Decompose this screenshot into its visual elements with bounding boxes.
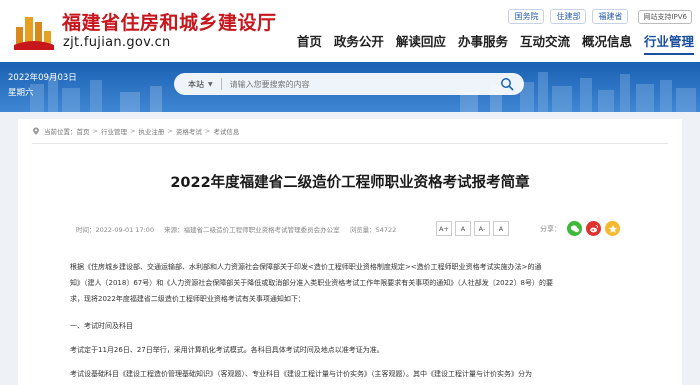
building-logo-icon[interactable] <box>12 9 56 53</box>
font-increase-button[interactable]: A+ <box>436 221 452 236</box>
article-meta: 时间：2022-09-01 17:00 来源：福建省二级造价工程师职业资格考试管… <box>76 224 396 234</box>
breadcrumb-separator: > <box>129 127 136 135</box>
article-paragraph: 知》（建人〔2018〕67号）和《人力资源社会保障部关于降低或取消部分准入类职业… <box>70 279 553 287</box>
top-links: 国务院 住建部 福建省 网站支持IPV6 <box>508 9 692 24</box>
current-weekday: 星期六 <box>8 88 34 98</box>
breadcrumb-industry[interactable]: 行业管理 <box>101 126 127 136</box>
caret-down-icon[interactable]: ▼ <box>208 81 213 88</box>
location-pin-icon <box>33 127 39 135</box>
ipv6-badge: 网站支持IPV6 <box>638 9 692 24</box>
nav-overview[interactable]: 概况信息 <box>582 31 632 55</box>
search-box: 本站 ▼ <box>174 73 524 95</box>
search-divider <box>220 78 222 90</box>
site-header: 福建省住房和城乡建设厅 zjt.fujian.gov.cn 国务院 住建部 福建… <box>0 0 700 62</box>
breadcrumb-separator: > <box>92 127 98 135</box>
main-nav: 首页 政务公开 解读回应 办事服务 互动交流 概况信息 行业管理 <box>297 31 694 55</box>
nav-interaction[interactable]: 互动交流 <box>520 31 570 55</box>
nav-gov-affairs[interactable]: 政务公开 <box>334 31 384 55</box>
site-title[interactable]: 福建省住房和城乡建设厅 <box>62 8 277 35</box>
breadcrumb-exam-info[interactable]: 考试信息 <box>213 126 239 136</box>
font-decrease-button[interactable]: A- <box>474 221 490 236</box>
section-heading: 一、考试时间及科目 <box>70 322 133 330</box>
share-label: 分享： <box>540 224 561 233</box>
article-paragraph: 求，现将2022年度福建省二级造价工程师职业资格考试有关事项通知如下： <box>70 295 305 303</box>
breadcrumb-home[interactable]: 首页 <box>77 126 90 136</box>
top-link-fujian[interactable]: 福建省 <box>592 9 629 24</box>
nav-industry-management[interactable]: 行业管理 <box>643 31 694 55</box>
article-source: 来源：福建省二级造价工程师职业资格考试管理委员会办公室 <box>164 226 340 234</box>
article-title: 2022年度福建省二级造价工程师职业资格考试报考简章 <box>170 175 530 191</box>
breadcrumb-divider <box>32 143 668 144</box>
breadcrumb-qualification-exam[interactable]: 资格考试 <box>176 126 202 136</box>
nav-services[interactable]: 办事服务 <box>458 31 508 55</box>
article-paragraph: 考试设基础科目《建设工程造价管理基础知识》（客观题）、专业科目《建设工程计量与计… <box>70 370 532 378</box>
search-scope-select[interactable]: 本站 <box>188 79 204 90</box>
weibo-share-icon[interactable] <box>586 221 601 236</box>
article-paragraph: 根据《住房城乡建设部、交通运输部、水利部和人力资源社会保障部关于印发<造价工程师… <box>70 263 542 271</box>
top-link-mohurd[interactable]: 住建部 <box>550 9 587 24</box>
nav-interpretation[interactable]: 解读回应 <box>396 31 446 55</box>
share-bar: 分享： <box>540 221 620 236</box>
article-card: 当前位置： 首页 > 行业管理 > 执业注册 > 资格考试 > 考试信息 202… <box>18 119 682 385</box>
search-banner: 2022年09月03日 星期六 本站 ▼ <box>0 62 700 112</box>
breadcrumb-label: 当前位置： <box>44 128 77 136</box>
view-count: 浏览量：54722 <box>349 226 397 234</box>
breadcrumb-registration[interactable]: 执业注册 <box>138 126 164 136</box>
article-paragraph: 考试定于11月26日、27日举行，采用计算机化考试模式。各科目具体考试时间及地点… <box>70 346 384 354</box>
publish-time: 时间：2022-09-01 17:00 <box>76 226 155 234</box>
wechat-share-icon[interactable] <box>567 221 582 236</box>
site-url: zjt.fujian.gov.cn <box>63 35 171 50</box>
top-link-state-council[interactable]: 国务院 <box>508 9 545 24</box>
search-icon[interactable] <box>500 77 514 91</box>
search-input[interactable] <box>229 79 470 89</box>
nav-home[interactable]: 首页 <box>297 31 322 55</box>
breadcrumb-separator: > <box>167 127 173 135</box>
qzone-share-icon[interactable] <box>605 221 620 236</box>
current-date: 2022年09月03日 <box>8 73 77 83</box>
font-reset-button[interactable]: A <box>493 221 509 236</box>
breadcrumb: 当前位置： 首页 > 行业管理 > 执业注册 > 资格考试 > 考试信息 <box>32 126 239 136</box>
font-default-button[interactable]: A <box>455 221 471 236</box>
font-size-controls: A+ A A- A <box>436 221 509 236</box>
breadcrumb-separator: > <box>204 127 211 135</box>
